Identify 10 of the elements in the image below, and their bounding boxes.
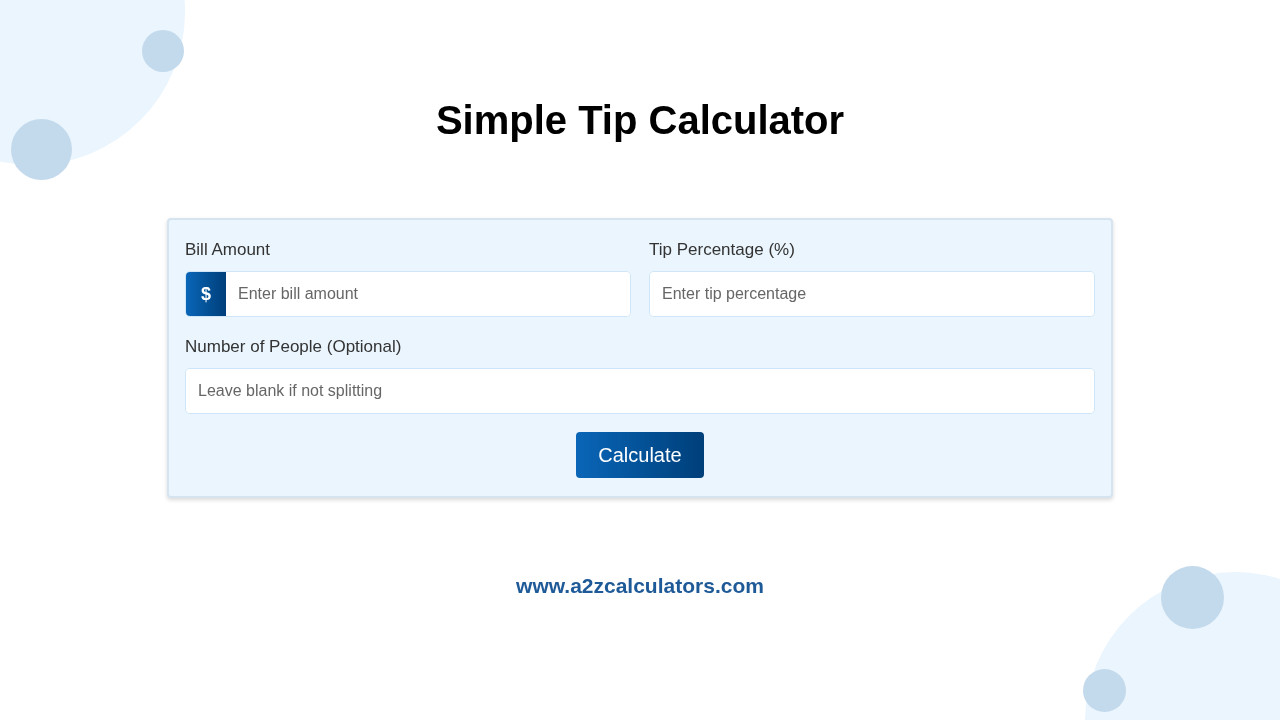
input-field[interactable]: Enter tip percentage — [649, 271, 1095, 317]
input-field[interactable]: Leave blank if not splitting — [185, 368, 1095, 414]
page-title: Simple Tip Calculator — [435, 97, 845, 144]
field-label: Number of People (Optional) — [185, 337, 403, 357]
currency-prefix: $ — [186, 272, 226, 316]
field-label: Tip Percentage (%) — [649, 240, 796, 260]
field-label: Bill Amount — [185, 240, 272, 260]
website-url: www.a2zcalculators.com — [516, 573, 764, 599]
calculate-button[interactable]: Calculate — [576, 432, 704, 478]
input-field[interactable]: $ Enter bill amount — [185, 271, 631, 317]
